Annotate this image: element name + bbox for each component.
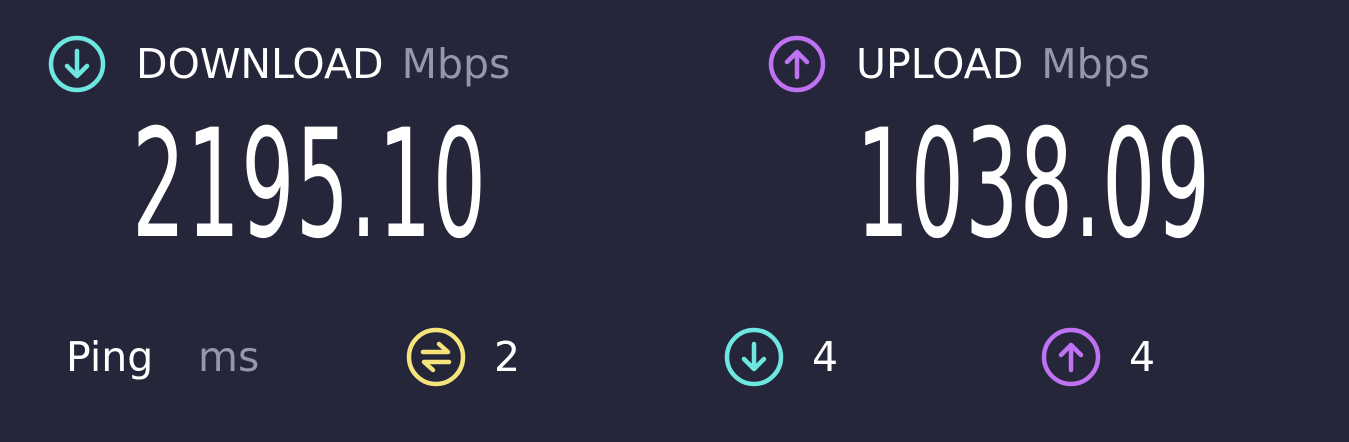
ping-download-metric: 4: [724, 325, 838, 389]
download-speed-value: 2195.10: [132, 98, 488, 272]
arrow-down-circle-icon: [724, 327, 784, 387]
download-unit: Mbps: [401, 40, 511, 88]
ping-row: Ping ms 2 4 4: [0, 325, 1349, 395]
jitter-exchange-icon: [406, 327, 466, 387]
ping-upload-metric: 4: [1041, 325, 1155, 389]
ping-jitter-metric: 2: [406, 325, 520, 389]
upload-label: UPLOAD: [856, 40, 1024, 88]
upload-header: UPLOAD Mbps: [768, 34, 1150, 94]
ping-unit: ms: [198, 333, 260, 381]
upload-unit: Mbps: [1041, 40, 1151, 88]
download-header: DOWNLOAD Mbps: [48, 34, 510, 94]
upload-panel: UPLOAD Mbps 1038.09: [768, 0, 1328, 290]
arrow-up-circle-icon: [1041, 327, 1101, 387]
download-panel: DOWNLOAD Mbps 2195.10: [48, 0, 688, 290]
ping-upload-value: 4: [1129, 333, 1156, 381]
download-label: DOWNLOAD: [136, 40, 384, 88]
arrow-down-circle-icon: [48, 35, 106, 93]
ping-download-value: 4: [812, 333, 839, 381]
ping-jitter-value: 2: [494, 333, 521, 381]
arrow-up-circle-icon: [768, 35, 826, 93]
upload-speed-value: 1038.09: [856, 98, 1212, 272]
ping-label: Ping: [66, 333, 154, 381]
